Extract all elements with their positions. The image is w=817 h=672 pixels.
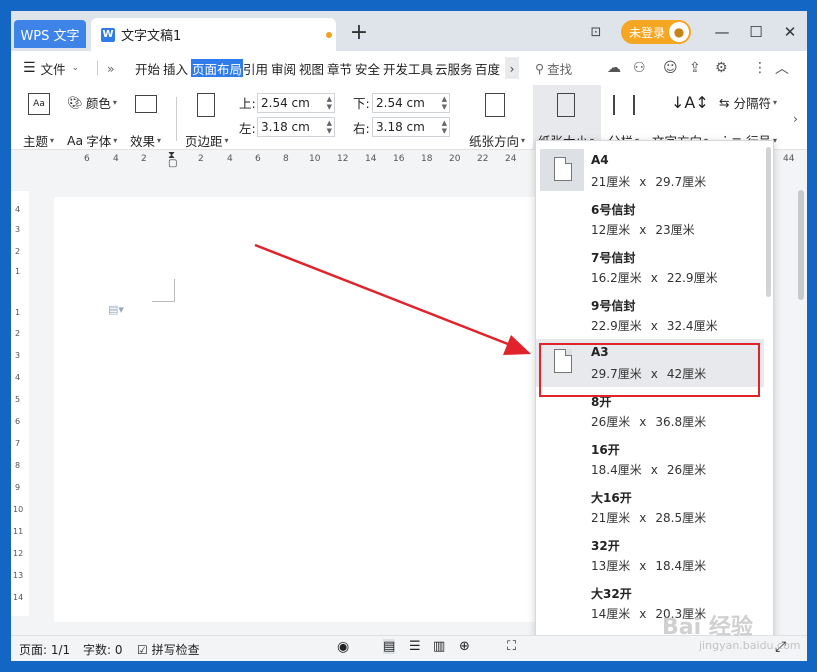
- eye-protection-icon[interactable]: ◉: [337, 639, 349, 655]
- paper-height: 36.8厘米: [655, 415, 707, 429]
- watermark-brand: Bai 经验: [662, 615, 753, 640]
- paper-size-name: 9号信封: [591, 299, 636, 313]
- paper-size-name: 大32开: [591, 587, 632, 601]
- spell-check-label: 拼写检查: [151, 643, 200, 657]
- paper-size-name: 大16开: [591, 491, 632, 505]
- dimension-separator: x: [639, 607, 647, 621]
- paper-size-name: 32开: [591, 539, 620, 553]
- fit-page-icon[interactable]: ⛶: [507, 639, 516, 654]
- paper-width: 12厘米: [591, 223, 631, 237]
- paper-height: 18.4厘米: [655, 559, 707, 573]
- dimension-separator: x: [650, 319, 658, 333]
- paper-size-dropdown: A4 21厘米 x 29.7厘米 6号信封 12厘米 x 23厘米 7号信封 16.2厘米 x 22.…: [535, 140, 774, 661]
- dimension-separator: x: [639, 511, 647, 525]
- dimension-separator: x: [639, 559, 647, 573]
- paper-size-name: 7号信封: [591, 251, 636, 265]
- paper-width: 21厘米: [591, 511, 631, 525]
- paper-size-dimensions: 16.2厘米 x 22.9厘米: [591, 269, 718, 286]
- wps-window: WPS 文字 W 文字文稿1 + ⊡ 未登录 ● — ☐ ✕ ☰ 文件 ⌄ » …: [11, 11, 807, 661]
- dimension-separator: x: [639, 415, 647, 429]
- paper-width: 22.9厘米: [591, 319, 642, 333]
- page-view-icon[interactable]: ▤: [383, 639, 396, 654]
- page-icon: [554, 157, 572, 181]
- paper-height: 26厘米: [666, 463, 707, 477]
- paper-height: 22.9厘米: [666, 271, 718, 285]
- page-count[interactable]: 页面: 1/1: [19, 641, 70, 658]
- paper-size-option[interactable]: 7号信封 16.2厘米 x 22.9厘米: [536, 243, 764, 291]
- paper-height: 28.5厘米: [655, 511, 707, 525]
- watermark-url: jingyan.baidu.com: [699, 639, 801, 652]
- word-count[interactable]: 字数: 0: [83, 641, 123, 658]
- paper-width: 18.4厘米: [591, 463, 642, 477]
- desktop-background: WPS 文字 W 文字文稿1 + ⊡ 未登录 ● — ☐ ✕ ☰ 文件 ⌄ » …: [0, 0, 817, 672]
- paper-width: 13厘米: [591, 559, 631, 573]
- paper-height: 29.7厘米: [655, 175, 707, 189]
- spell-check-button[interactable]: ☑ 拼写检查: [137, 641, 200, 658]
- paper-size-dimensions: 13厘米 x 18.4厘米: [591, 557, 706, 574]
- paper-size-dimensions: 21厘米 x 28.5厘米: [591, 509, 706, 526]
- paper-size-option[interactable]: 32开 13厘米 x 18.4厘米: [536, 531, 764, 579]
- dimension-separator: x: [639, 175, 647, 189]
- paper-height: 32.4厘米: [666, 319, 718, 333]
- paper-width: 26厘米: [591, 415, 631, 429]
- outline-view-icon[interactable]: ☰: [409, 639, 421, 654]
- checkbox-icon: ☑: [137, 643, 148, 657]
- paper-width: 14厘米: [591, 607, 631, 621]
- paper-size-name: A4: [591, 153, 609, 167]
- paper-size-dimensions: 18.4厘米 x 26厘米: [591, 461, 706, 478]
- paper-height: 23厘米: [655, 223, 695, 237]
- paper-size-dimensions: 21厘米 x 29.7厘米: [591, 173, 706, 190]
- paper-size-option[interactable]: 大16开 21厘米 x 28.5厘米: [536, 483, 764, 531]
- paper-width: 21厘米: [591, 175, 631, 189]
- paper-width: 16.2厘米: [591, 271, 642, 285]
- paper-icon-box: [540, 149, 584, 191]
- annotation-highlight-box: [539, 343, 760, 397]
- paper-size-dimensions: 22.9厘米 x 32.4厘米: [591, 317, 718, 334]
- reading-view-icon[interactable]: ▥: [433, 639, 445, 654]
- dimension-separator: x: [639, 223, 647, 237]
- dimension-separator: x: [650, 463, 658, 477]
- paper-size-option[interactable]: 9号信封 22.9厘米 x 32.4厘米: [536, 291, 764, 339]
- paper-size-name: 16开: [591, 443, 620, 457]
- paper-size-option[interactable]: 16开 18.4厘米 x 26厘米: [536, 435, 764, 483]
- paper-size-option[interactable]: 6号信封 12厘米 x 23厘米: [536, 195, 764, 243]
- dropdown-scrollbar[interactable]: [766, 147, 771, 297]
- dimension-separator: x: [650, 271, 658, 285]
- paper-size-option[interactable]: A4 21厘米 x 29.7厘米: [536, 147, 764, 195]
- paper-size-name: 6号信封: [591, 203, 636, 217]
- web-view-icon[interactable]: ⊕: [459, 639, 470, 654]
- paper-size-dimensions: 26厘米 x 36.8厘米: [591, 413, 706, 430]
- paper-size-dimensions: 12厘米 x 23厘米: [591, 221, 695, 238]
